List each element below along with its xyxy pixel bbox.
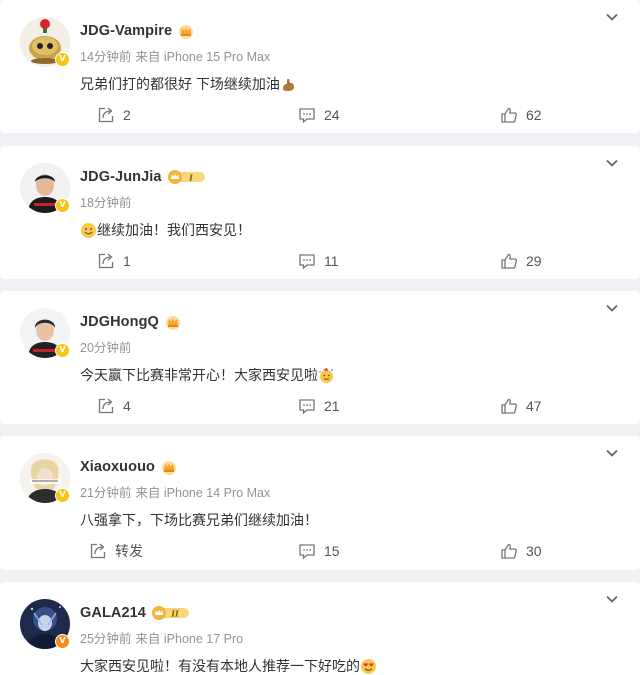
- comment-button[interactable]: 21: [298, 395, 340, 417]
- verified-badge: V: [55, 488, 70, 503]
- username[interactable]: JDG-Vampire: [80, 23, 172, 39]
- verified-badge: V: [55, 198, 70, 213]
- post-content: 继续加油！我们西安见！: [80, 220, 251, 240]
- comment-count: 11: [324, 253, 339, 269]
- post-actions: 4 21 47: [0, 395, 640, 417]
- post-text: 兄弟们打的都很好 下场继续加油: [80, 76, 280, 92]
- post-text: 大家西安见啦！有没有本地人推荐一下好吃的: [80, 658, 360, 674]
- repost-icon: [98, 253, 114, 269]
- like-button[interactable]: 29: [500, 250, 542, 272]
- post-meta: 18分钟前: [80, 192, 131, 211]
- chevron-down-icon[interactable]: [604, 592, 620, 606]
- post-card: V Xiaoxuouo 21分钟前 来自 iPhone 14 Pro Max 八强…: [0, 436, 640, 570]
- chevron-down-icon[interactable]: [604, 156, 620, 170]
- repost-count: 4: [123, 398, 131, 414]
- like-icon: [501, 398, 517, 414]
- username[interactable]: JDGHongQ: [80, 314, 159, 330]
- party-emoji-icon: [318, 367, 335, 384]
- post-text: 今天赢下比赛非常开心！大家西安见啦: [80, 367, 318, 383]
- smile-emoji-icon: [80, 222, 97, 239]
- post-meta: 25分钟前 来自 iPhone 17 Pro: [80, 628, 243, 647]
- chevron-down-icon[interactable]: [604, 301, 620, 315]
- comment-icon: [299, 108, 315, 124]
- post-meta: 21分钟前 来自 iPhone 14 Pro Max: [80, 482, 270, 501]
- post-time: 18分钟前: [80, 196, 132, 210]
- strong-arm-emoji-icon: [280, 76, 297, 93]
- post-actions: 2 24 62: [0, 104, 640, 126]
- repost-count: 1: [123, 253, 131, 269]
- like-count: 30: [526, 543, 542, 559]
- repost-icon: [98, 398, 114, 414]
- repost-icon: [90, 543, 106, 559]
- verified-badge: V: [55, 634, 70, 649]
- crown-icon: [160, 459, 178, 475]
- like-button[interactable]: 47: [500, 395, 542, 417]
- username[interactable]: GALA214: [80, 605, 146, 621]
- post-card: V JDGHongQ 20分钟前 今天赢下比赛非常开心！大家西安见啦 4 21 …: [0, 291, 640, 424]
- username[interactable]: Xiaoxuouo: [80, 459, 155, 475]
- crown-icon: [164, 314, 182, 330]
- post-source: 来自 iPhone 15 Pro Max: [135, 50, 271, 64]
- post-content: 今天赢下比赛非常开心！大家西安见啦: [80, 365, 335, 385]
- post-time: 20分钟前: [80, 341, 132, 355]
- comment-count: 21: [324, 398, 340, 414]
- verified-badge: V: [55, 52, 70, 67]
- comment-icon: [299, 544, 315, 560]
- post-source: 来自 iPhone 14 Pro Max: [135, 486, 271, 500]
- like-count: 47: [526, 398, 542, 414]
- like-icon: [501, 107, 517, 123]
- heart-eyes-emoji-icon: [360, 658, 377, 675]
- post-source: 来自 iPhone 17 Pro: [135, 632, 244, 646]
- repost-button[interactable]: 1: [97, 250, 131, 272]
- repost-button[interactable]: 4: [97, 395, 131, 417]
- chevron-down-icon[interactable]: [604, 446, 620, 460]
- post-text: 继续加油！我们西安见！: [97, 222, 251, 238]
- post-meta: 20分钟前: [80, 337, 131, 356]
- repost-count: 2: [123, 107, 131, 123]
- comment-button[interactable]: 24: [298, 104, 340, 126]
- chevron-down-icon[interactable]: [604, 10, 620, 24]
- post-actions: 转发 15 30: [0, 540, 640, 562]
- repost-icon: [98, 107, 114, 123]
- like-icon: [501, 543, 517, 559]
- post-meta: 14分钟前 来自 iPhone 15 Pro Max: [80, 46, 270, 65]
- post-card: V GALA214 II 25分钟前 来自 iPhone 17 Pro 大家西安见…: [0, 582, 640, 675]
- crown-icon: [177, 23, 195, 39]
- post-card: V JDG-Vampire 14分钟前 来自 iPhone 15 Pro Max …: [0, 0, 640, 133]
- post-text: 八强拿下，下场比赛兄弟们继续加油！: [80, 512, 318, 528]
- level-badge-icon: I: [167, 170, 207, 184]
- level-badge-text: II: [170, 609, 179, 619]
- post-time: 21分钟前: [80, 486, 132, 500]
- like-button[interactable]: 30: [500, 540, 542, 562]
- like-icon: [501, 253, 517, 269]
- comment-button[interactable]: 11: [298, 250, 339, 272]
- post-actions: 1 11 29: [0, 250, 640, 272]
- post-time: 14分钟前: [80, 50, 132, 64]
- verified-badge: V: [55, 343, 70, 358]
- post-content: 大家西安见啦！有没有本地人推荐一下好吃的: [80, 656, 377, 675]
- post-content: 兄弟们打的都很好 下场继续加油: [80, 74, 297, 94]
- comment-count: 24: [324, 107, 340, 123]
- repost-button[interactable]: 转发: [89, 540, 143, 562]
- comment-icon: [299, 399, 315, 415]
- comment-icon: [299, 254, 315, 270]
- post-content: 八强拿下，下场比赛兄弟们继续加油！: [80, 510, 318, 530]
- like-count: 29: [526, 253, 542, 269]
- repost-button[interactable]: 2: [97, 104, 131, 126]
- comment-button[interactable]: 15: [298, 540, 340, 562]
- post-card: V JDG-JunJia I 18分钟前 继续加油！我们西安见！ 1 11 29: [0, 146, 640, 279]
- level-badge-text: I: [188, 173, 193, 183]
- comment-count: 15: [324, 543, 340, 559]
- post-time: 25分钟前: [80, 632, 132, 646]
- like-button[interactable]: 62: [500, 104, 542, 126]
- repost-label: 转发: [115, 543, 143, 559]
- like-count: 62: [526, 107, 542, 123]
- level-badge-icon: II: [151, 606, 191, 620]
- username[interactable]: JDG-JunJia: [80, 169, 162, 185]
